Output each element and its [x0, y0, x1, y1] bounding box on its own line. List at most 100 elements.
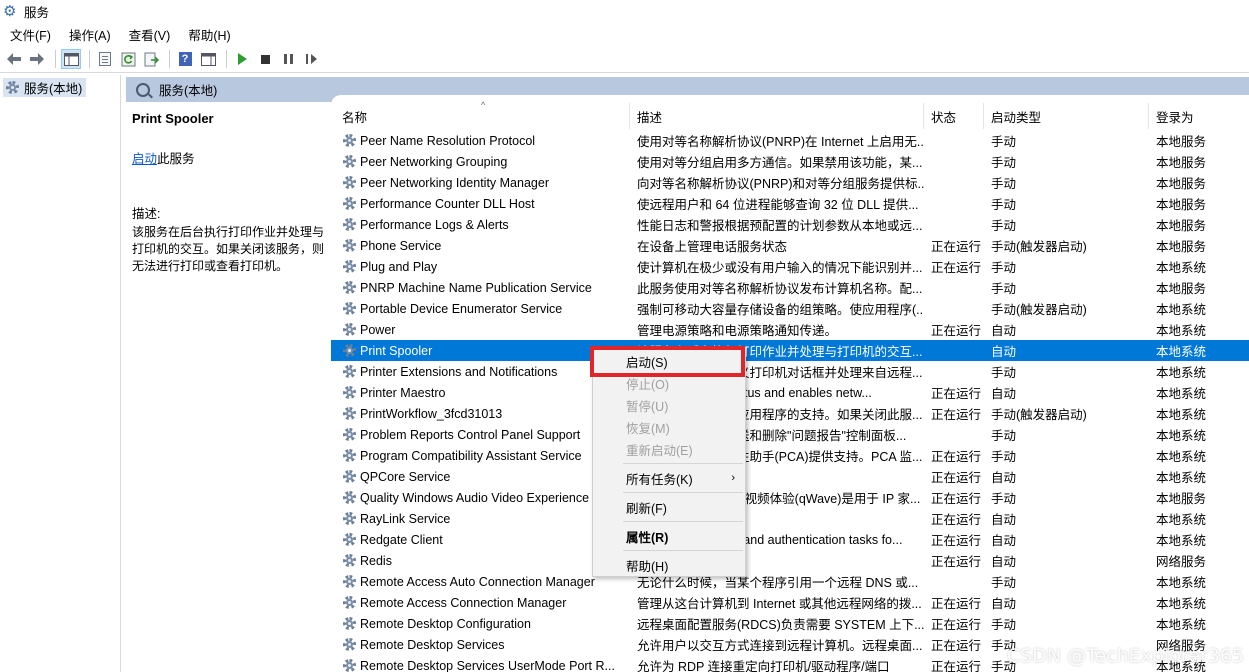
gear-icon: [342, 469, 357, 484]
start-service-link[interactable]: 启动: [132, 152, 157, 166]
start-service-icon[interactable]: [232, 49, 252, 69]
column-header-logon[interactable]: 登录为: [1149, 103, 1249, 129]
export-list-icon[interactable]: [141, 49, 161, 69]
table-row[interactable]: Printer Maestro Monitors printer status a…: [331, 382, 1249, 403]
service-name-cell: Phone Service: [331, 238, 630, 253]
menu-help[interactable]: 帮助(H): [186, 24, 232, 45]
menu-view[interactable]: 查看(V): [127, 24, 173, 45]
service-name-cell: PNRP Machine Name Publication Service: [331, 280, 630, 295]
table-row[interactable]: Redgate Client Performs licensing and aut…: [331, 529, 1249, 550]
detail-start-line: 启动此服务: [132, 148, 325, 167]
service-name-cell: Remote Desktop Services UserMode Port R.…: [331, 658, 630, 672]
service-logon: 本地系统: [1156, 597, 1207, 611]
service-name: Remote Desktop Services UserMode Port R.…: [360, 658, 615, 672]
service-status: 正在运行: [931, 261, 982, 275]
table-row[interactable]: Performance Logs & Alerts 性能日志和警报根据预配置的计划…: [331, 214, 1249, 235]
service-name: Redis: [360, 553, 392, 568]
stop-service-icon[interactable]: [255, 49, 275, 69]
column-header-row: ^ 名称 描述 状态 启动类型 登录为: [331, 100, 1249, 129]
service-startup-type: 手动: [991, 492, 1017, 506]
column-header-desc[interactable]: 描述: [630, 103, 924, 129]
menu-item-all-tasks[interactable]: 所有任务(K) ›: [593, 467, 745, 489]
service-startup-type: 自动: [991, 471, 1017, 485]
table-row[interactable]: Remote Access Auto Connection Manager 无论什…: [331, 571, 1249, 592]
table-row[interactable]: Power 管理电源策略和电源策略通知传递。 正在运行 自动 本地系统: [331, 319, 1249, 340]
forward-arrow-icon[interactable]: [27, 49, 47, 69]
detail-service-name: Print Spooler: [132, 111, 214, 126]
service-name: Peer Networking Grouping: [360, 154, 508, 169]
service-startup-type: 手动: [991, 429, 1017, 443]
service-name-cell: Remote Access Auto Connection Manager: [331, 574, 630, 589]
table-row[interactable]: Problem Reports Control Panel Support 此服务…: [331, 424, 1249, 445]
service-description: 管理电源策略和电源策略通知传递。: [637, 324, 838, 338]
service-name: PrintWorkflow_3fcd31013: [360, 406, 503, 421]
table-row[interactable]: Remote Desktop Configuration 远程桌面配置服务(RDC…: [331, 613, 1249, 634]
table-row[interactable]: Remote Access Connection Manager 管理从这台计算机…: [331, 592, 1249, 613]
console-tree: 服务(本地): [0, 75, 121, 672]
table-row[interactable]: Print Spooler 该服务在后台执行打印作业并处理与打印机的交互... 自动…: [331, 340, 1249, 361]
table-row[interactable]: Portable Device Enumerator Service 强制可移动大…: [331, 298, 1249, 319]
show-hide-action-pane-icon[interactable]: [198, 49, 218, 69]
help-icon[interactable]: ?: [175, 49, 195, 69]
table-row[interactable]: Program Compatibility Assistant Service 此…: [331, 445, 1249, 466]
service-name-cell: Quality Windows Audio Video Experience: [331, 490, 630, 505]
service-name-cell: Problem Reports Control Panel Support: [331, 427, 630, 442]
gear-icon: [342, 658, 357, 672]
console-tree-icon[interactable]: [61, 49, 81, 69]
service-startup-type: 手动: [991, 618, 1017, 632]
table-row[interactable]: Redis 正在运行 自动 网络服务: [331, 550, 1249, 571]
table-row[interactable]: QPCore Service腾讯基础组件服务正在运行自动本地系统: [331, 466, 1249, 487]
start-service-suffix: 此服务: [157, 152, 195, 166]
service-description: 远程桌面配置服务(RDCS)负责需要 SYSTEM 上下...: [637, 618, 924, 632]
gear-icon: [342, 490, 357, 505]
table-row[interactable]: Printer Extensions and Notifications 此服务可…: [331, 361, 1249, 382]
table-row[interactable]: Peer Networking Identity Manager 向对等名称解析协…: [331, 172, 1249, 193]
menu-file[interactable]: 文件(F): [8, 24, 53, 45]
table-row[interactable]: PNRP Machine Name Publication Service 此服务…: [331, 277, 1249, 298]
pause-service-icon[interactable]: [278, 49, 298, 69]
column-header-name[interactable]: ^ 名称: [331, 100, 630, 129]
gear-icon: [5, 80, 20, 95]
column-header-logon-label: 登录为: [1156, 110, 1194, 125]
column-header-status[interactable]: 状态: [924, 103, 984, 129]
service-name: PNRP Machine Name Publication Service: [360, 280, 592, 295]
service-status: 正在运行: [931, 618, 982, 632]
column-header-startup-type[interactable]: 启动类型: [984, 103, 1149, 129]
service-name: Printer Maestro: [360, 385, 446, 400]
table-row[interactable]: Plug and Play 使计算机在极少或没有用户输入的情况下能识别并... 正在…: [331, 256, 1249, 277]
gear-icon: [342, 280, 357, 295]
menu-item-resume: 恢复(M): [626, 421, 670, 436]
service-status: 正在运行: [931, 639, 982, 653]
service-description: 使计算机在极少或没有用户输入的情况下能识别并...: [637, 261, 923, 275]
menu-item-help[interactable]: 帮助(H): [593, 554, 745, 576]
table-row[interactable]: PrintWorkflow_3fcd31013 提供对打印工作流应用程序的支持。如…: [331, 403, 1249, 424]
service-name: Problem Reports Control Panel Support: [360, 427, 581, 442]
table-row[interactable]: Peer Name Resolution Protocol 使用对等名称解析协议(…: [331, 130, 1249, 151]
menu-item-start[interactable]: 启动(S): [593, 350, 745, 372]
restart-service-icon[interactable]: [301, 49, 321, 69]
service-name-cell: Remote Desktop Services: [331, 637, 630, 652]
service-name: Print Spooler: [360, 343, 433, 358]
service-status: 正在运行: [931, 408, 982, 422]
service-startup-type: 手动(触发器启动): [991, 240, 1087, 254]
table-row[interactable]: RayLink Service 正在运行 自动 本地系统: [331, 508, 1249, 529]
service-name-cell: Performance Logs & Alerts: [331, 217, 630, 232]
service-name: Power: [360, 322, 396, 337]
service-status: 正在运行: [931, 513, 982, 527]
table-row[interactable]: Peer Networking Grouping 使用对等分组启用多方通信。如果禁…: [331, 151, 1249, 172]
table-row[interactable]: Performance Counter DLL Host 使远程用户和 64 位进…: [331, 193, 1249, 214]
table-row[interactable]: Phone Service 在设备上管理电话服务状态 正在运行 手动(触发器启动) 本地…: [331, 235, 1249, 256]
table-row[interactable]: Quality Windows Audio Video Experience 优质…: [331, 487, 1249, 508]
gear-icon: [342, 616, 357, 631]
service-status: 正在运行: [931, 534, 982, 548]
service-startup-type: 手动: [991, 177, 1017, 191]
refresh-icon[interactable]: [118, 49, 138, 69]
menu-item-properties[interactable]: 属性(R): [593, 525, 745, 547]
menu-action[interactable]: 操作(A): [67, 24, 113, 45]
gear-icon: [342, 532, 357, 547]
properties-icon[interactable]: [95, 49, 115, 69]
tree-item-services-local[interactable]: 服务(本地): [3, 78, 87, 97]
service-name-cell: Redgate Client: [331, 532, 630, 547]
menu-item-refresh[interactable]: 刷新(F): [593, 496, 745, 518]
back-arrow-icon[interactable]: [4, 49, 24, 69]
